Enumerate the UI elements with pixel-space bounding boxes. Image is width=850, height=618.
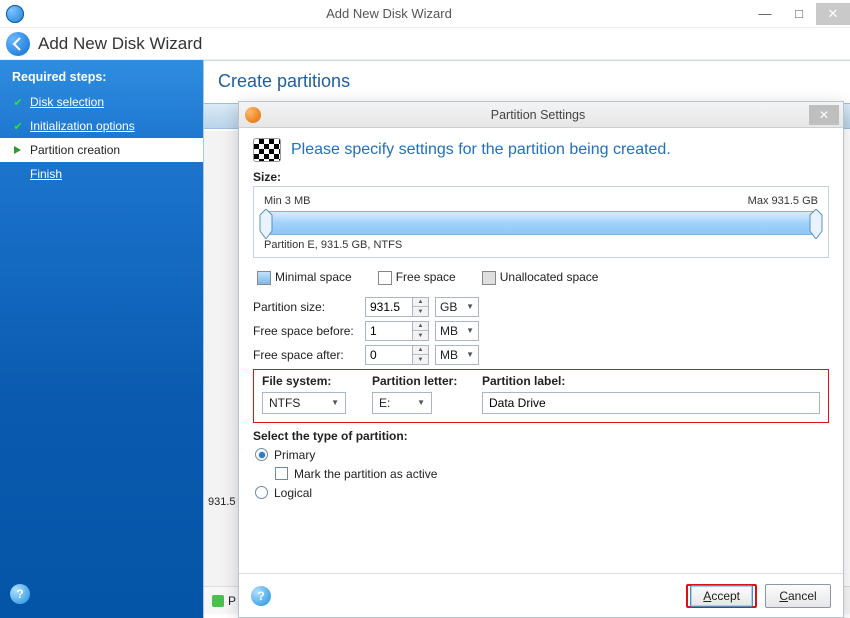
size-legend: Minimal space Free space Unallocated spa…	[253, 264, 829, 293]
partition-type-heading: Select the type of partition:	[253, 429, 829, 443]
partition-size-stepper[interactable]: ▲▼	[413, 297, 429, 317]
help-button[interactable]	[251, 586, 271, 606]
checkered-flag-icon	[253, 138, 281, 162]
partition-label-input[interactable]	[482, 392, 820, 414]
partition-letter-label: Partition letter:	[372, 374, 482, 388]
dialog-intro-text: Please specify settings for the partitio…	[291, 141, 671, 159]
app-icon	[6, 5, 24, 23]
dialog-close-button[interactable]: ✕	[809, 105, 839, 125]
dialog-footer: Accept Cancel	[239, 573, 843, 617]
sidebar-step-disk-selection[interactable]: Disk selection	[0, 90, 203, 114]
sidebar-step-label: Partition creation	[30, 143, 120, 157]
size-slider-box: Min 3 MB Max 931.5 GB Partition E, 931.5…	[253, 186, 829, 258]
cancel-button[interactable]: Cancel	[765, 584, 831, 608]
free-after-stepper[interactable]: ▲▼	[413, 345, 429, 365]
arrow-left-icon	[10, 36, 26, 52]
unallocated-swatch-icon	[482, 271, 496, 285]
free-before-input[interactable]	[365, 321, 413, 341]
partition-type-primary-radio[interactable]: Primary	[255, 448, 829, 462]
size-slider[interactable]	[264, 211, 818, 235]
minimal-swatch-icon	[257, 271, 271, 285]
size-label: Size:	[253, 170, 829, 184]
accept-button[interactable]: Accept	[686, 584, 757, 608]
partition-size-unit-select[interactable]: GB▼	[435, 297, 479, 317]
check-icon	[12, 96, 24, 108]
check-icon	[12, 120, 24, 132]
arrow-right-icon	[12, 144, 24, 156]
slider-caption: Partition E, 931.5 GB, NTFS	[264, 239, 818, 251]
help-button[interactable]	[10, 584, 30, 604]
mark-active-checkbox[interactable]: Mark the partition as active	[255, 467, 829, 481]
window-title: Add New Disk Wizard	[30, 6, 748, 21]
slider-handle-right[interactable]	[809, 209, 823, 239]
dialog-icon	[245, 107, 261, 123]
wizard-content: Create partitions Part Disk 931.5 P Part…	[204, 60, 850, 618]
window-titlebar: Add New Disk Wizard — □ ✕	[0, 0, 850, 28]
sidebar-step-label[interactable]: Initialization options	[30, 119, 135, 133]
free-before-unit-select[interactable]: MB▼	[435, 321, 479, 341]
window-minimize-button[interactable]: —	[748, 3, 782, 25]
wizard-sidebar: Required steps: Disk selection Initializ…	[0, 60, 204, 618]
sidebar-step-partition-creation[interactable]: Partition creation	[0, 138, 203, 162]
size-min-label: Min 3 MB	[264, 195, 310, 207]
window-close-button[interactable]: ✕	[816, 3, 850, 25]
primary-swatch-icon	[212, 595, 224, 607]
free-before-label: Free space before:	[253, 324, 365, 338]
partition-letter-select[interactable]: E:▼	[372, 392, 432, 414]
free-after-label: Free space after:	[253, 348, 365, 362]
free-after-input[interactable]	[365, 345, 413, 365]
size-max-label: Max 931.5 GB	[748, 195, 818, 207]
partition-size-input[interactable]	[365, 297, 413, 317]
free-before-stepper[interactable]: ▲▼	[413, 321, 429, 341]
partition-label-label: Partition label:	[482, 374, 820, 388]
wizard-title: Add New Disk Wizard	[38, 34, 202, 54]
radio-icon	[255, 448, 268, 461]
dialog-title: Partition Settings	[267, 108, 809, 122]
sidebar-step-init-options[interactable]: Initialization options	[0, 114, 203, 138]
slider-handle-left[interactable]	[259, 209, 273, 239]
free-after-unit-select[interactable]: MB▼	[435, 345, 479, 365]
wizard-header: Add New Disk Wizard	[0, 28, 850, 60]
sidebar-step-label[interactable]: Finish	[30, 167, 62, 181]
radio-icon	[255, 486, 268, 499]
sidebar-step-label[interactable]: Disk selection	[30, 95, 104, 109]
file-system-select[interactable]: NTFS▼	[262, 392, 346, 414]
page-heading: Create partitions	[204, 61, 850, 96]
free-swatch-icon	[378, 271, 392, 285]
back-button[interactable]	[6, 32, 30, 56]
background-disk-size: 931.5	[208, 496, 236, 508]
sidebar-heading: Required steps:	[0, 60, 203, 90]
window-maximize-button[interactable]: □	[782, 3, 816, 25]
sidebar-step-finish[interactable]: Finish	[0, 162, 203, 186]
file-system-label: File system:	[262, 374, 372, 388]
partition-size-label: Partition size:	[253, 300, 365, 314]
dialog-titlebar: Partition Settings ✕	[239, 102, 843, 128]
checkbox-icon	[275, 467, 288, 480]
filesystem-settings-group: File system: Partition letter: Partition…	[253, 369, 829, 423]
partition-settings-dialog: Partition Settings ✕ Please specify sett…	[238, 101, 844, 618]
partition-type-logical-radio[interactable]: Logical	[255, 486, 829, 500]
